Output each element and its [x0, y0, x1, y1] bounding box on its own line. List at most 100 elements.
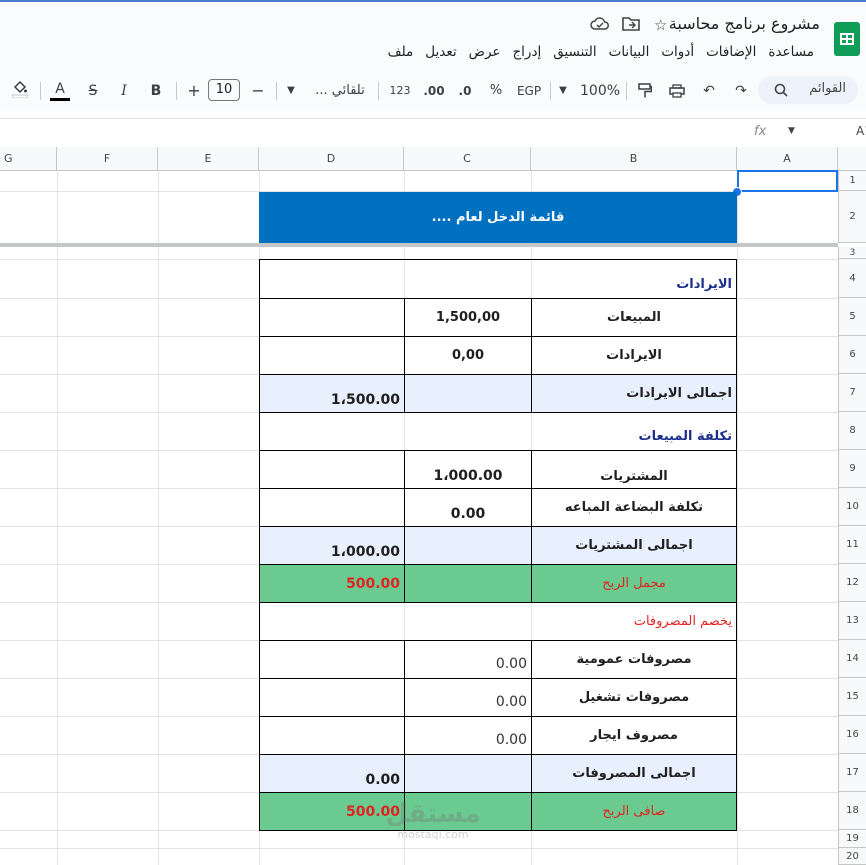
row-header-14[interactable]: 14 — [838, 640, 866, 678]
percent-format-button[interactable]: % — [486, 80, 506, 102]
sales-label-cell[interactable]: المبيعات — [531, 298, 737, 337]
undo-icon[interactable]: ↶ — [700, 80, 718, 102]
total-purchases-value-cell[interactable]: 1،000.00 — [259, 526, 405, 565]
fill-color-icon[interactable] — [10, 80, 30, 102]
operating-exp-value-cell[interactable]: 0.00 — [404, 678, 532, 717]
menu-format[interactable]: التنسيق — [547, 44, 602, 60]
row-header-10[interactable]: 10 — [838, 488, 866, 526]
cell-d6[interactable] — [259, 336, 405, 375]
column-header-b[interactable]: B — [531, 147, 737, 171]
goods-cost-value-cell[interactable]: 0.00 — [404, 488, 532, 527]
cell-d15[interactable] — [259, 678, 405, 717]
row-header-2[interactable]: 2 — [838, 191, 866, 243]
frozen-rows-divider[interactable] — [0, 243, 838, 247]
cell-d5[interactable] — [259, 298, 405, 337]
menu-help[interactable]: مساعدة — [762, 44, 820, 60]
sheets-logo-icon[interactable] — [834, 22, 860, 56]
font-select[interactable]: تلقائي ... — [310, 80, 370, 102]
column-header-e[interactable]: E — [158, 147, 259, 171]
total-revenue-label-cell[interactable]: اجمالى الايرادات — [531, 374, 737, 413]
row-header-9[interactable]: 9 — [838, 450, 866, 488]
formula-bar[interactable] — [0, 118, 866, 147]
net-profit-value-cell[interactable]: 500.00 — [259, 792, 405, 831]
purchases-label-cell[interactable]: المشتريات — [531, 450, 737, 489]
cell-d10[interactable] — [259, 488, 405, 527]
zoom-chevron-icon[interactable]: ▼ — [556, 80, 570, 102]
row-header-5[interactable]: 5 — [838, 298, 866, 336]
rent-exp-label-cell[interactable]: مصروف ايجار — [531, 716, 737, 755]
name-box-chevron-icon[interactable]: ▼ — [788, 126, 795, 136]
cell-d14[interactable] — [259, 640, 405, 679]
menu-view[interactable]: عرض — [463, 44, 507, 60]
menu-data[interactable]: البيانات — [603, 44, 656, 60]
menu-addons[interactable]: الإضافات — [700, 44, 762, 60]
gross-profit-value-cell[interactable]: 500.00 — [259, 564, 405, 603]
row-header-15[interactable]: 15 — [838, 678, 866, 716]
font-chevron-icon[interactable]: ▼ — [284, 80, 298, 102]
row-header-18[interactable]: 18 — [838, 792, 866, 830]
row-header-17[interactable]: 17 — [838, 754, 866, 792]
paint-format-icon[interactable] — [636, 80, 654, 102]
general-exp-label-cell[interactable]: مصروفات عمومية — [531, 640, 737, 679]
row-header-1[interactable]: 1 — [838, 171, 866, 191]
star-icon[interactable]: ☆ — [654, 16, 667, 34]
cogs-section-title[interactable]: تكلفة المبيعات — [259, 412, 737, 451]
cell-c11[interactable] — [404, 526, 532, 565]
name-box[interactable]: A1 — [856, 124, 866, 138]
select-all-corner[interactable] — [838, 147, 866, 171]
revenue-section-title[interactable]: الايرادات — [259, 259, 737, 299]
total-revenue-value-cell[interactable]: 1،500.00 — [259, 374, 405, 413]
currency-format-button[interactable]: EGP — [512, 80, 546, 102]
font-size-decrease-button[interactable]: − — [250, 80, 266, 102]
more-formats-button[interactable]: 123 — [386, 80, 414, 102]
menu-edit[interactable]: تعديل — [419, 44, 462, 60]
menu-file[interactable]: ملف — [382, 44, 420, 60]
row-header-7[interactable]: 7 — [838, 374, 866, 412]
revenues-label-cell[interactable]: الايرادات — [531, 336, 737, 375]
total-exp-label-cell[interactable]: اجمالى المصروفات — [531, 754, 737, 793]
document-title[interactable]: مشروع برنامج محاسبة — [669, 14, 820, 33]
selected-cell-a1[interactable] — [737, 170, 838, 192]
total-purchases-label-cell[interactable]: اجمالى المشتريات — [531, 526, 737, 565]
total-exp-value-cell[interactable]: 0.00 — [259, 754, 405, 793]
row-header-19[interactable]: 19 — [838, 830, 866, 848]
menu-tools[interactable]: أدوات — [655, 44, 700, 60]
row-header-4[interactable]: 4 — [838, 259, 866, 298]
row-header-20[interactable]: 20 — [838, 848, 866, 865]
font-size-input[interactable]: 10 — [208, 79, 240, 101]
income-statement-header[interactable]: قائمة الدخل لعام .... — [259, 192, 737, 243]
row-header-12[interactable]: 12 — [838, 564, 866, 602]
italic-button[interactable]: I — [116, 80, 132, 102]
row-header-3[interactable]: 3 — [838, 247, 866, 259]
column-header-c[interactable]: C — [404, 147, 531, 171]
strikethrough-icon[interactable]: S — [84, 80, 102, 102]
zoom-select[interactable]: 100% — [580, 80, 620, 102]
row-header-8[interactable]: 8 — [838, 412, 866, 450]
column-header-a[interactable]: A — [737, 147, 838, 171]
column-header-g[interactable]: G — [0, 147, 57, 171]
sales-value-cell[interactable]: 1,500,00 — [404, 298, 532, 337]
row-header-6[interactable]: 6 — [838, 336, 866, 374]
cell-c17[interactable] — [404, 754, 532, 793]
increase-decimal-button[interactable]: .00 — [420, 80, 448, 102]
cell-c7[interactable] — [404, 374, 532, 413]
gross-profit-label-cell[interactable]: مجمل الربح — [531, 564, 737, 603]
revenues-value-cell[interactable]: 0,00 — [404, 336, 532, 375]
cell-d16[interactable] — [259, 716, 405, 755]
font-size-increase-button[interactable]: + — [186, 80, 202, 102]
cell-c18[interactable] — [404, 792, 532, 831]
row-header-16[interactable]: 16 — [838, 716, 866, 754]
cell-c12[interactable] — [404, 564, 532, 603]
print-icon[interactable] — [667, 80, 687, 102]
decrease-decimal-button[interactable]: .0 — [452, 80, 478, 102]
rent-exp-value-cell[interactable]: 0.00 — [404, 716, 532, 755]
redo-icon[interactable]: ↷ — [732, 80, 750, 102]
row-header-11[interactable]: 11 — [838, 526, 866, 564]
menu-search-box[interactable]: القوائم — [758, 76, 858, 104]
column-header-f[interactable]: F — [57, 147, 158, 171]
row-header-13[interactable]: 13 — [838, 602, 866, 640]
expenses-section-title[interactable]: يخصم المصروفات — [259, 602, 737, 641]
column-header-d[interactable]: D — [259, 147, 404, 171]
general-exp-value-cell[interactable]: 0.00 — [404, 640, 532, 679]
operating-exp-label-cell[interactable]: مصروفات تشغيل — [531, 678, 737, 717]
